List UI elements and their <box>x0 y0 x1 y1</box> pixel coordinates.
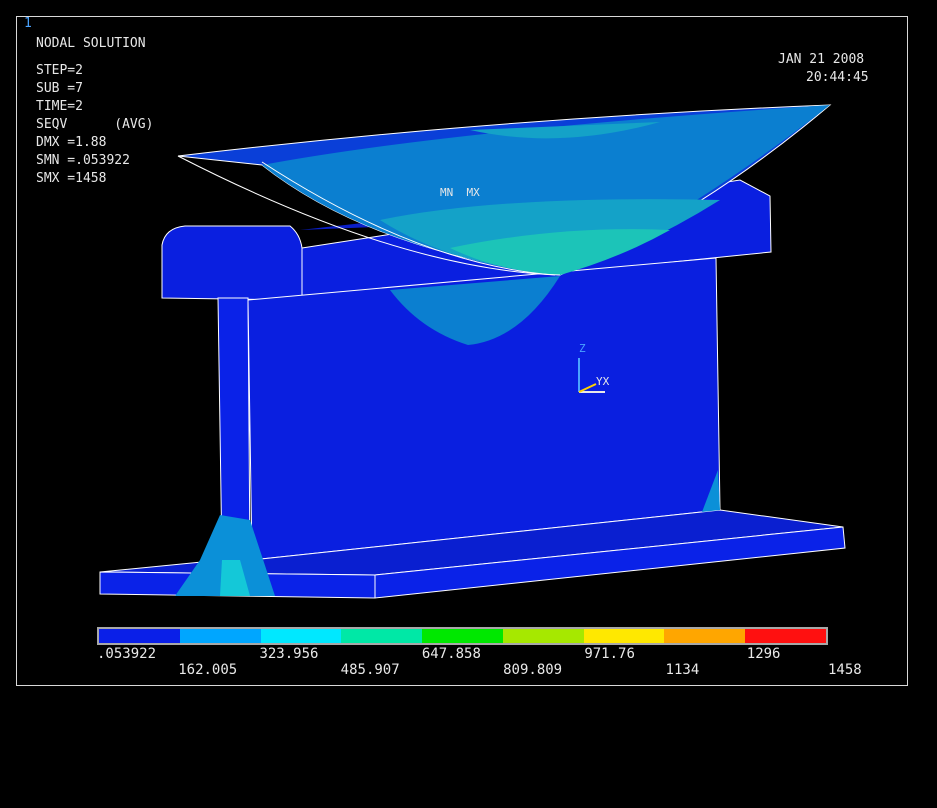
legend-band <box>260 629 342 643</box>
legend-label: 1458 <box>828 662 862 678</box>
legend-band <box>745 629 827 643</box>
legend-label: 1296 <box>746 646 781 662</box>
triad-z-label: Z <box>579 342 586 355</box>
legend-label: 485.907 <box>340 662 400 678</box>
rail-head-front <box>161 225 303 301</box>
contour-legend-bar <box>97 627 828 645</box>
legend-label: 162.005 <box>178 662 238 678</box>
legend-label: 809.809 <box>503 662 563 678</box>
triad-yx-label: YX <box>596 375 610 388</box>
legend-label: 647.858 <box>421 646 481 662</box>
min-max-markers: MN MX <box>440 186 480 199</box>
legend-band <box>664 629 746 643</box>
fe-model-view <box>99 104 846 599</box>
legend-band <box>583 629 665 643</box>
legend-label: .053922 <box>97 646 157 662</box>
legend-label: 971.76 <box>584 646 635 662</box>
legend-label: 323.956 <box>259 646 319 662</box>
legend-band <box>502 629 584 643</box>
legend-band <box>341 629 423 643</box>
legend-band <box>99 629 180 643</box>
legend-label: 1134 <box>665 662 700 678</box>
legend-band <box>422 629 503 643</box>
legend-band <box>179 629 261 643</box>
